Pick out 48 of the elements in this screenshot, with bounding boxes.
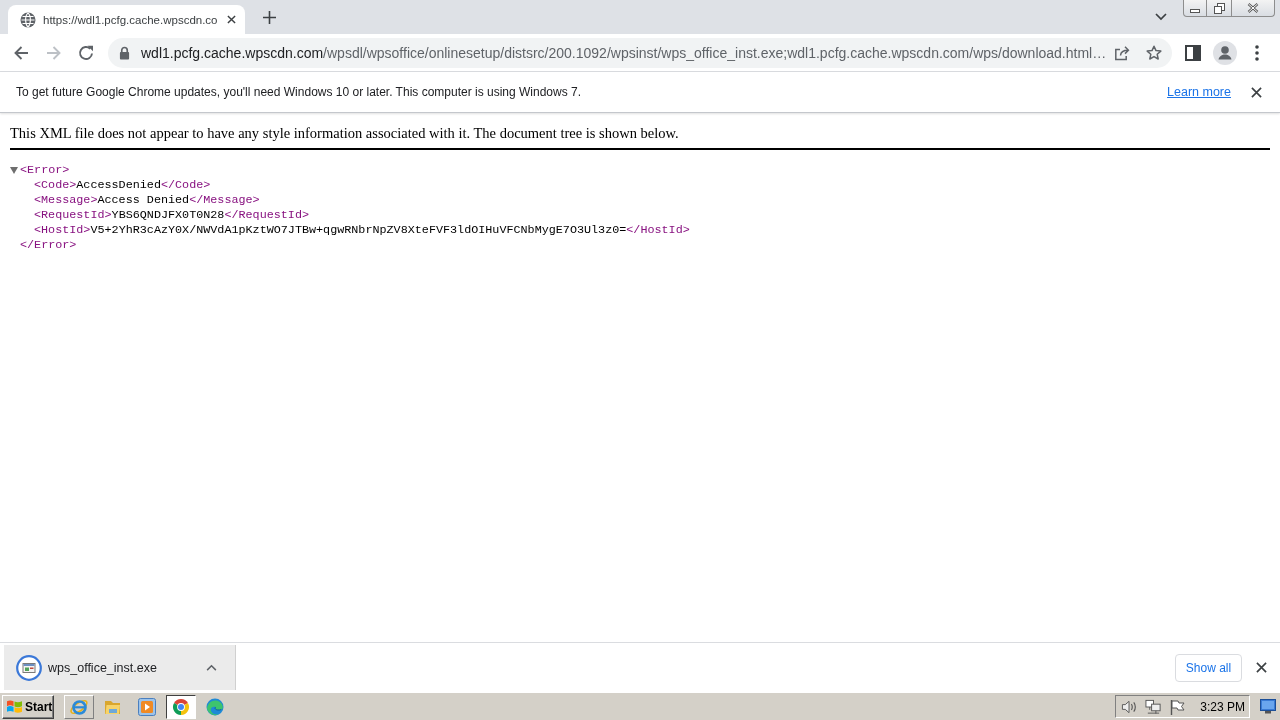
caret-up-icon[interactable] (206, 664, 217, 671)
close-button[interactable] (1232, 0, 1275, 17)
menu-icon[interactable] (1255, 44, 1259, 61)
side-panel-icon[interactable] (1185, 44, 1201, 61)
app-window-icon (16, 654, 42, 681)
flag-icon[interactable] (1169, 698, 1187, 715)
expand-triangle-icon[interactable] (10, 167, 18, 174)
xml-element-line: <Message>Access Denied</Message> (34, 193, 260, 208)
close-icon (1247, 3, 1259, 13)
close-icon[interactable] (227, 15, 236, 24)
info-message: To get future Google Chrome updates, you'll need Windows 10 or later. This computer is using Windows 7. (16, 85, 582, 99)
xml-element-line: <HostId>V5+2YhR3cAzY0X/NWVdA1pKztWO7JTBw+qgwRNbrNpZV8XteFVF3ldOIHuVFCNbMygE7O3Ul3z0=</HostId> (34, 223, 690, 238)
start-button[interactable]: Start (2, 694, 54, 719)
reload-icon[interactable] (78, 44, 94, 61)
browser-tab[interactable]: https://wdl1.pcfg.cache.wpscdn.co (8, 5, 245, 34)
bookmark-star-icon[interactable] (1146, 44, 1162, 61)
network-icon[interactable] (1145, 698, 1163, 715)
ring-logo-icon (171, 696, 191, 717)
speaker-icon[interactable] (1121, 698, 1139, 715)
close-icon[interactable] (1256, 662, 1267, 673)
url-text: wdl1.pcfg.cache.wpscdn.com/wpsdl/wpsoffice/onlinesetup/distsrc/200.1092/wpsinst/wps_office_inst.exe;wdl1.pcfg.cache.wpscdn.com/wps/download.html… (141, 44, 1107, 61)
learn-more-link[interactable]: Learn more (1167, 85, 1231, 99)
avatar-icon[interactable] (1213, 40, 1237, 65)
clock-text[interactable]: 3:23 PM (1200, 699, 1245, 714)
new-tab-plus-icon[interactable] (263, 10, 276, 24)
flag-logo-icon (6, 699, 23, 714)
lock-icon[interactable] (119, 45, 130, 60)
share-icon[interactable] (1114, 44, 1130, 61)
monitor-icon[interactable] (1260, 699, 1276, 714)
xml-element-line: <RequestId>YBS6QNDJFX0T0N28</RequestId> (34, 208, 310, 223)
taskbar-button[interactable] (166, 694, 196, 719)
download-item[interactable]: wps_office_inst.exe (4, 645, 236, 690)
play-tile-icon (137, 696, 157, 717)
restore-button[interactable] (1207, 0, 1232, 17)
show-all-button[interactable]: Show all (1175, 653, 1242, 682)
xml-tag: </Error> (20, 238, 77, 253)
minimize-button[interactable] (1183, 0, 1207, 17)
xml-tag: <Error> (20, 163, 70, 178)
caret-down-icon[interactable] (1155, 13, 1167, 21)
address-bar[interactable]: wdl1.pcfg.cache.wpscdn.com/wpsdl/wpsoffice/onlinesetup/distsrc/200.1092/wpsinst/wps_office_inst.exe;wdl1.pcfg.cache.wpscdn.com/wps/download.html… (108, 37, 1172, 68)
wave-logo-icon (205, 696, 225, 717)
back-arrow-icon[interactable] (13, 44, 29, 61)
xml-notice-text: This XML file does not appear to have any style information associated with it. The document tree is shown below. (10, 124, 679, 142)
minimize-icon (1190, 9, 1200, 13)
restore-icon (1213, 2, 1225, 14)
xml-element-line: <Code>AccessDenied</Code> (34, 178, 211, 193)
close-icon[interactable] (1251, 86, 1262, 98)
globe-icon (20, 11, 36, 28)
